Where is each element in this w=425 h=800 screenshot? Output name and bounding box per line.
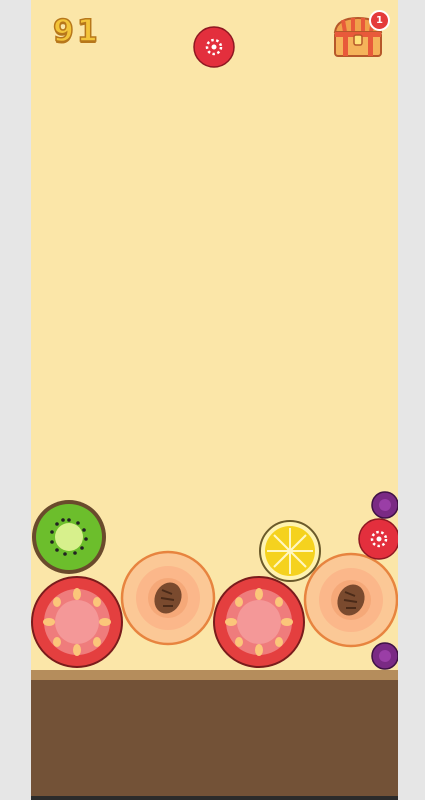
plum-icon bbox=[371, 642, 398, 670]
peach-icon bbox=[303, 552, 398, 648]
fruit-tomato bbox=[31, 575, 124, 669]
tomato-icon bbox=[31, 576, 123, 668]
fruit-peach bbox=[120, 550, 216, 646]
ground-edge bbox=[31, 670, 398, 680]
fruit-plum bbox=[371, 642, 398, 670]
fruit-tomato bbox=[212, 575, 306, 669]
fruit-peach bbox=[303, 552, 398, 648]
kiwi-icon bbox=[32, 500, 106, 574]
fruit-strawberry bbox=[358, 518, 398, 560]
tomato-icon bbox=[213, 576, 305, 668]
fruit-plum bbox=[371, 491, 398, 519]
strawberry-icon bbox=[358, 518, 398, 560]
fruit-kiwi bbox=[31, 498, 108, 576]
plum-icon bbox=[371, 491, 398, 519]
peach-icon bbox=[120, 550, 216, 646]
next-fruit-strawberry bbox=[193, 26, 235, 68]
ground bbox=[31, 680, 398, 796]
game-area[interactable]: 91 1 bbox=[31, 0, 398, 800]
strawberry-icon bbox=[193, 26, 235, 68]
bottom-border bbox=[31, 796, 398, 800]
